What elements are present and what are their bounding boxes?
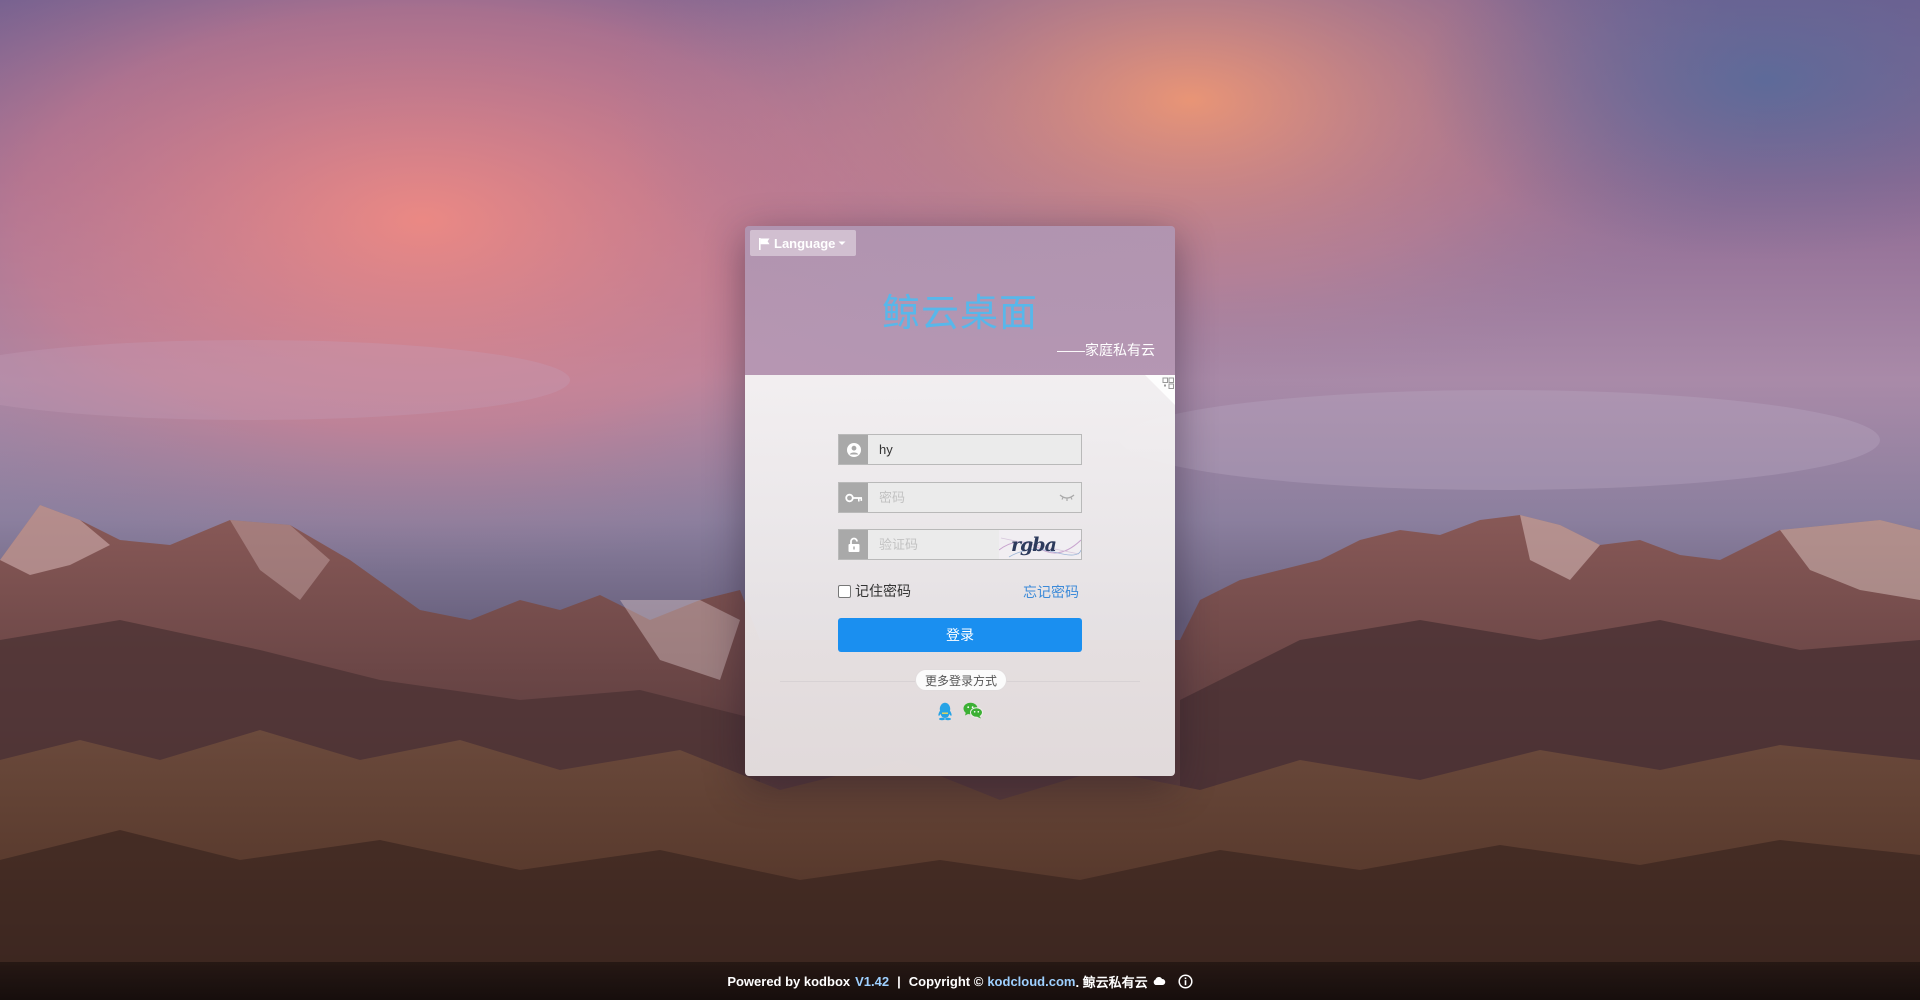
captcha-field: rgba [838,529,1082,560]
remember-label: 记住密码 [855,583,911,599]
eye-closed-icon[interactable] [1058,489,1076,505]
more-login-label: 更多登录方式 [915,669,1007,691]
footer-separator: | [897,973,901,989]
language-label: Language [774,235,836,251]
captcha-input[interactable] [869,530,999,559]
login-button[interactable]: 登录 [838,618,1082,652]
checkbox-box[interactable] [838,584,851,598]
login-panel: Language 鲸云桌面 ——家庭私有云 hy 验证码 rgba 记住密码 忘… [745,226,1175,776]
user-icon [839,435,868,464]
password-input[interactable] [869,483,1049,512]
brand-subtitle: ——家庭私有云 [1057,342,1155,358]
flag-icon [759,237,770,250]
captcha-image[interactable]: rgba [999,530,1081,559]
version-link[interactable]: V1.42 [855,974,889,989]
wechat-icon[interactable] [963,702,983,719]
language-button[interactable]: Language [750,230,857,256]
qq-icon[interactable] [937,702,953,721]
info-icon[interactable] [1178,973,1193,989]
copyright-text: Copyright © [908,973,984,989]
cloud-icon [1153,977,1165,985]
username-input[interactable] [869,435,1081,464]
remember-checkbox[interactable]: 记住密码 [838,581,911,601]
key-icon [839,483,868,512]
lock-icon [839,530,868,559]
captcha-text: rgba [1011,534,1056,556]
site-link[interactable]: kodcloud.com [987,974,1075,989]
password-field [838,482,1082,513]
username-field [838,434,1082,465]
caret-down-icon [838,241,846,245]
footer-brand-text: . 鲸云私有云 [1075,974,1148,990]
powered-by-text: Powered by kodbox [727,973,851,989]
brand-title: 鲸云桌面 [881,291,1038,335]
footer-bar: Powered by kodbox V1.42 | Copyright © ko… [0,962,1920,1000]
forgot-password-link[interactable]: 忘记密码 [1023,582,1079,602]
qrcode-switch-icon[interactable] [1145,375,1175,405]
